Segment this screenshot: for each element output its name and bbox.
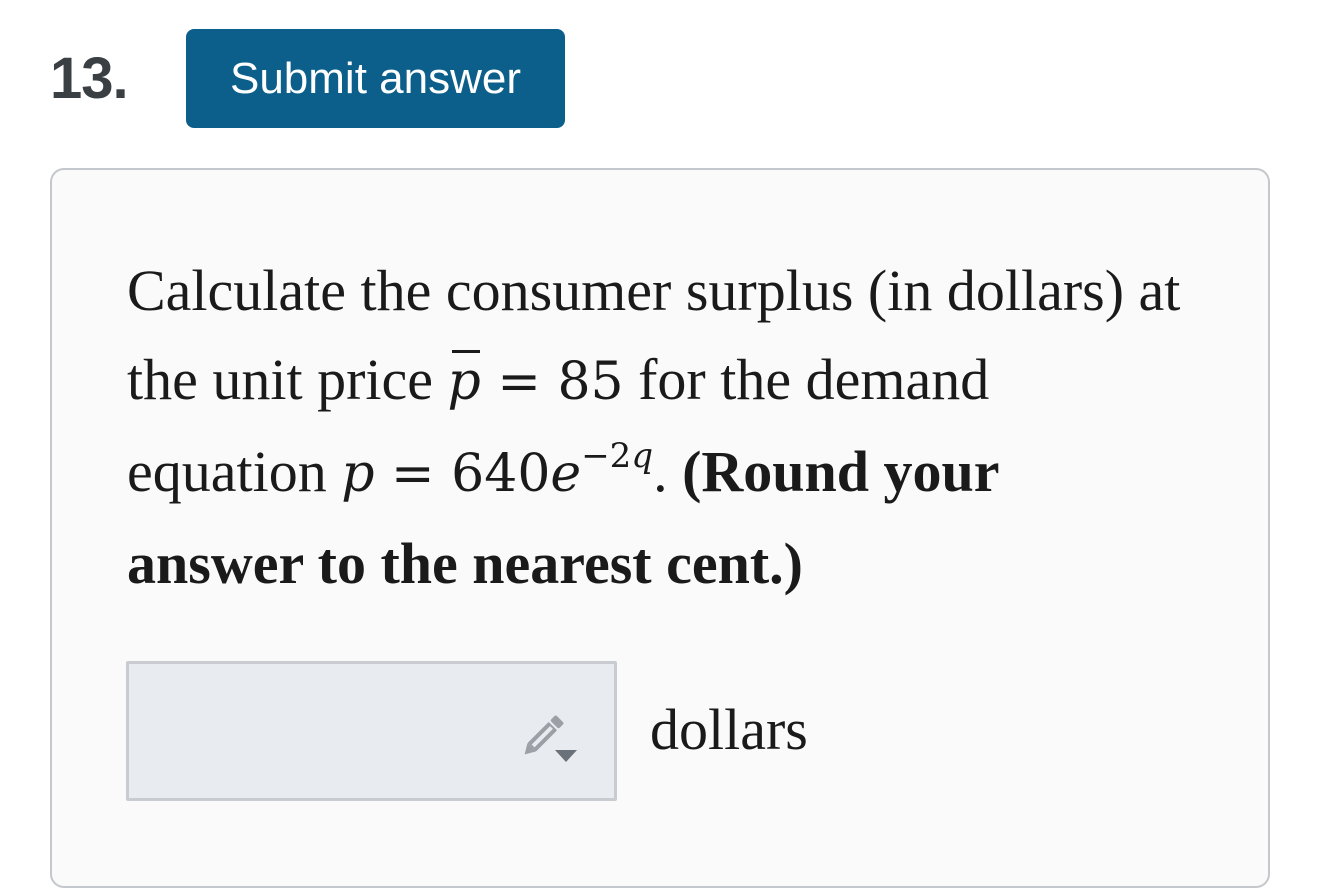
demand-exponent: −2q bbox=[581, 436, 653, 476]
question-text: Calculate the consumer surplus (in dolla… bbox=[127, 246, 1187, 608]
demand-exponent-coefficient: −2 bbox=[581, 436, 632, 476]
unit-price-variable: p bbox=[448, 338, 481, 427]
demand-coefficient: = 640 bbox=[374, 444, 551, 504]
demand-equation: p = 640e−2q bbox=[341, 439, 653, 504]
unit-price-expression: p = 85 bbox=[448, 350, 624, 412]
demand-exponential-base: e bbox=[550, 444, 582, 504]
unit-price-value: = 85 bbox=[480, 352, 624, 412]
question-number: 13. bbox=[50, 46, 129, 111]
pencil-icon[interactable] bbox=[519, 706, 583, 770]
answer-unit-label: dollars bbox=[650, 697, 808, 762]
demand-price-variable: p bbox=[341, 444, 375, 504]
sentence-period: . bbox=[653, 439, 668, 504]
demand-exponent-variable: q bbox=[631, 436, 654, 476]
submit-answer-button[interactable]: Submit answer bbox=[186, 29, 565, 128]
